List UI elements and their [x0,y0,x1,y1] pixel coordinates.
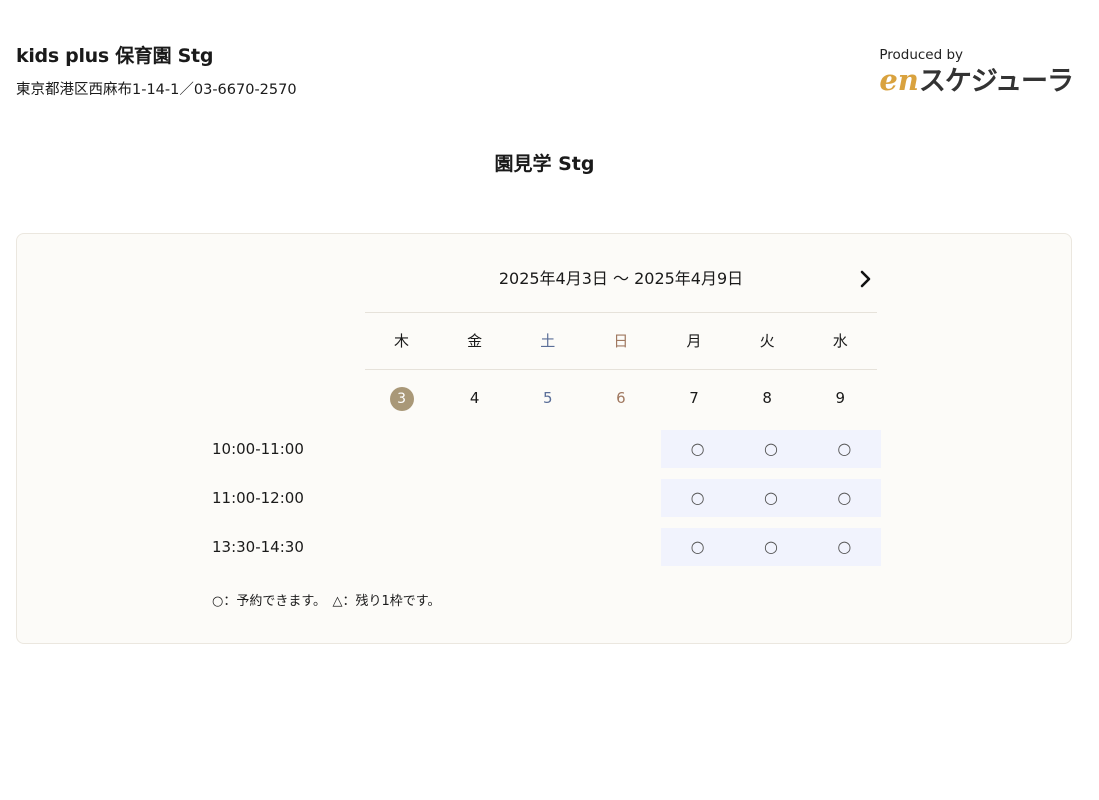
brand-block: Produced by enスケジューラ [879,46,1074,98]
logo-wordmark: スケジューラ [918,66,1074,97]
facility-name: kids plus 保育園 Stg [16,45,214,67]
available-slot-band: ○ ○ ○ [661,479,881,517]
today-date-badge: 3 [389,387,414,411]
day-of-week-label: 月 [686,332,702,350]
available-slot-button[interactable]: ○ [734,430,807,468]
facility-header: kids plus 保育園 Stg 東京都港区西麻布1-14-1／03-6670… [16,42,297,100]
time-slot-label: 13:30-14:30 [212,538,304,556]
event-title: 園見学 Stg [494,153,595,175]
available-slot-button[interactable]: ○ [661,479,734,517]
time-slot-label: 11:00-12:00 [212,489,304,507]
available-slot-button[interactable]: ○ [808,430,881,468]
logo-en-mark: en [879,63,919,97]
date-cell: 6 [616,389,626,407]
available-slot-band: ○ ○ ○ [661,528,881,566]
available-slot-button[interactable]: ○ [808,479,881,517]
facility-address-phone: 東京都港区西麻布1-14-1／03-6670-2570 [16,82,297,98]
date-cell: 4 [469,389,480,407]
date-cell: 8 [762,389,772,407]
day-of-week-label: 水 [832,332,848,350]
day-of-week-row: 木金土日月火水 [365,329,877,353]
available-slot-button[interactable]: ○ [661,528,734,566]
date-cell: 7 [689,389,699,407]
time-slot-row: 13:30-14:30 ○ ○ ○ [17,528,1073,566]
time-slot-row: 11:00-12:00 ○ ○ ○ [17,479,1073,517]
time-slot-label: 10:00-11:00 [212,440,304,458]
date-cell: 5 [543,389,553,407]
availability-legend: ○：予約できます。 △：残り1枠です。 [212,594,441,609]
available-slot-button[interactable]: ○ [808,528,881,566]
day-of-week-label: 金 [467,332,483,350]
schedule-panel: 2025年4月3日 〜 2025年4月9日 木 金 土 日 月 火 水 3 4 5 6 7 8 9 10… [16,233,1072,644]
date-row: 3 4 5 6 7 8 9 [365,386,877,411]
available-slot-band: ○ ○ ○ [661,430,881,468]
available-slot-button[interactable]: ○ [661,430,734,468]
week-range: 2025年4月3日 〜 2025年4月9日 [498,269,744,288]
day-of-week-label: 土 [540,332,556,350]
grid-divider [365,312,877,313]
chevron-right-icon [860,270,871,288]
date-cell: 9 [835,389,846,407]
available-slot-button[interactable]: ○ [734,479,807,517]
available-slot-button[interactable]: ○ [734,528,807,566]
grid-divider [365,369,877,370]
date-cell: 3 [365,386,438,411]
day-of-week-label: 日 [613,332,629,350]
produced-by-label: Produced by [879,47,964,63]
next-week-button[interactable] [855,267,877,291]
day-of-week-label: 木 [394,332,410,350]
day-of-week-label: 火 [759,332,775,350]
time-slot-row: 10:00-11:00 ○ ○ ○ [17,430,1073,468]
en-scheduler-logo: enスケジューラ [879,63,1074,98]
